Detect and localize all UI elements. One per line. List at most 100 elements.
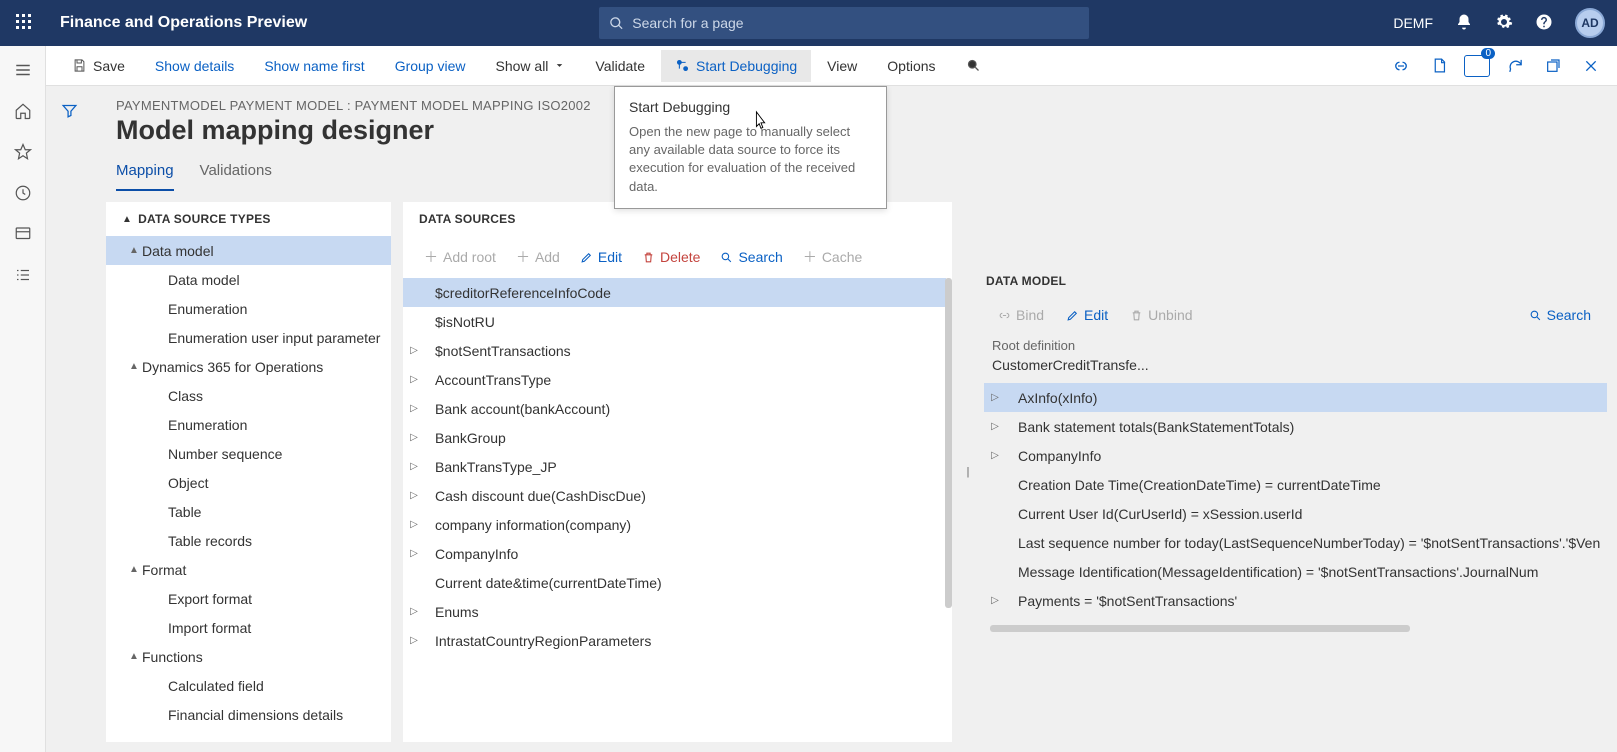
list-item[interactable]: ▷Last sequence number for today(LastSequ… — [984, 528, 1607, 557]
cache-button[interactable]: ＋Cache — [794, 242, 871, 272]
list-item[interactable]: ▷CompanyInfo — [403, 539, 946, 568]
save-button[interactable]: Save — [58, 50, 139, 82]
attachments-button[interactable]: 0 — [1463, 52, 1491, 80]
panel-datasource-types: ▲ DATA SOURCE TYPES ▲Data model▷Data mod… — [106, 202, 391, 742]
list-item[interactable]: ▷$creditorReferenceInfoCode — [403, 278, 946, 307]
bind-button[interactable]: Bind — [990, 302, 1052, 328]
list-item[interactable]: ▷$notSentTransactions — [403, 336, 946, 365]
tree-node[interactable]: ▷Table — [106, 497, 391, 526]
list-item[interactable]: ▷BankTransType_JP — [403, 452, 946, 481]
validate-button[interactable]: Validate — [581, 50, 659, 82]
close-icon[interactable] — [1577, 52, 1605, 80]
bell-icon[interactable] — [1455, 13, 1473, 34]
tree-node[interactable]: ▷Table records — [106, 526, 391, 555]
left-rail — [0, 46, 46, 752]
start-debugging-button[interactable]: Start Debugging — [661, 50, 811, 82]
waffle-icon[interactable] — [12, 14, 36, 33]
list-item[interactable]: ▷Message Identification(MessageIdentific… — [984, 557, 1607, 586]
list-item[interactable]: ▷CompanyInfo — [984, 441, 1607, 470]
show-details-button[interactable]: Show details — [141, 50, 248, 82]
gear-icon[interactable] — [1495, 13, 1513, 34]
edit-button[interactable]: Edit — [571, 244, 631, 270]
tree-node[interactable]: ▷Class — [106, 381, 391, 410]
list-item[interactable]: ▷AccountTransType — [403, 365, 946, 394]
view-button[interactable]: View — [813, 50, 871, 82]
tree-node[interactable]: ▷Enumeration — [106, 410, 391, 439]
list-item[interactable]: ▷Creation Date Time(CreationDateTime) = … — [984, 470, 1607, 499]
tree-node[interactable]: ▲Data model — [106, 236, 391, 265]
list-item[interactable]: ▷IntrastatCountryRegionParameters — [403, 626, 946, 655]
show-name-first-button[interactable]: Show name first — [250, 50, 378, 82]
tooltip: Start Debugging Open the new page to man… — [614, 86, 887, 209]
link-icon[interactable] — [1387, 52, 1415, 80]
tree-node[interactable]: ▷Financial dimensions details — [106, 700, 391, 729]
list-item[interactable]: ▷$isNotRU — [403, 307, 946, 336]
tree-node[interactable]: ▲Format — [106, 555, 391, 584]
global-header: Finance and Operations Preview Search fo… — [0, 0, 1617, 46]
tree-node[interactable]: ▷Calculated field — [106, 671, 391, 700]
help-icon[interactable] — [1535, 13, 1553, 34]
tree-node[interactable]: ▷Object — [106, 468, 391, 497]
search-button-dm[interactable]: Search — [1521, 302, 1599, 328]
datasource-types-tree[interactable]: ▲Data model▷Data model▷Enumeration▷Enume… — [106, 236, 391, 742]
refresh-icon[interactable] — [1501, 52, 1529, 80]
popout-icon[interactable] — [1539, 52, 1567, 80]
tree-node[interactable]: ▲Functions — [106, 642, 391, 671]
list-item[interactable]: ▷BankGroup — [403, 423, 946, 452]
tree-node[interactable]: ▷Export format — [106, 584, 391, 613]
workspace-icon[interactable] — [14, 225, 32, 246]
datamodel-list[interactable]: ▷AxInfo(xInfo)▷Bank statement totals(Ban… — [982, 383, 1607, 615]
list-item[interactable]: ▷Bank account(bankAccount) — [403, 394, 946, 423]
list-item[interactable]: ▷Payments = '$notSentTransactions' — [984, 586, 1607, 615]
group-view-button[interactable]: Group view — [381, 50, 480, 82]
search-button[interactable]: Search — [711, 244, 791, 270]
tooltip-title: Start Debugging — [629, 99, 872, 115]
edit-button-dm[interactable]: Edit — [1058, 302, 1116, 328]
tab-mapping[interactable]: Mapping — [116, 156, 174, 191]
search-icon[interactable] — [952, 50, 995, 81]
root-definition-label: Root definition — [982, 332, 1607, 355]
tree-node[interactable]: ▷Data model — [106, 265, 391, 294]
recent-icon[interactable] — [14, 184, 32, 205]
tree-node[interactable]: ▷Enumeration user input parameter — [106, 323, 391, 352]
panel-datamodel: DATA MODEL Bind Edit Unbind Search Root … — [982, 202, 1607, 742]
list-item[interactable]: ▷Current date&time(currentDateTime) — [403, 568, 946, 597]
star-icon[interactable] — [14, 143, 32, 164]
datasources-list[interactable]: ▷$creditorReferenceInfoCode▷$isNotRU▷$no… — [403, 278, 952, 742]
document-icon[interactable] — [1425, 52, 1453, 80]
company-code[interactable]: DEMF — [1393, 15, 1433, 31]
list-item[interactable]: ▷Current User Id(CurUserId) = xSession.u… — [984, 499, 1607, 528]
list-item[interactable]: ▷Cash discount due(CashDiscDue) — [403, 481, 946, 510]
unbind-button[interactable]: Unbind — [1122, 302, 1200, 328]
home-icon[interactable] — [14, 102, 32, 123]
app-title: Finance and Operations Preview — [60, 14, 307, 32]
delete-button[interactable]: Delete — [633, 244, 709, 270]
list-item[interactable]: ▷AxInfo(xInfo) — [984, 383, 1607, 412]
tree-node[interactable]: ▷Import format — [106, 613, 391, 642]
filter-icon[interactable] — [61, 102, 78, 752]
tree-node[interactable]: ▲Dynamics 365 for Operations — [106, 352, 391, 381]
list-item[interactable]: ▷Bank statement totals(BankStatementTota… — [984, 412, 1607, 441]
scrollbar[interactable] — [945, 278, 952, 608]
root-definition-value[interactable]: CustomerCreditTransfe... — [982, 355, 1607, 383]
add-button[interactable]: ＋Add — [507, 242, 569, 272]
list-item[interactable]: ▷company information(company) — [403, 510, 946, 539]
splitter[interactable] — [964, 202, 970, 742]
tree-node[interactable]: ▷Number sequence — [106, 439, 391, 468]
scrollbar-horizontal[interactable] — [990, 625, 1410, 632]
search-input[interactable]: Search for a page — [599, 7, 1089, 39]
filter-bar — [46, 86, 92, 752]
tree-node[interactable]: ▷Enumeration — [106, 294, 391, 323]
panel-datasources: DATA SOURCES ＋Add root ＋Add Edit Delete … — [403, 202, 952, 742]
search-placeholder: Search for a page — [632, 15, 743, 31]
avatar[interactable]: AD — [1575, 8, 1605, 38]
add-root-button[interactable]: ＋Add root — [415, 242, 505, 272]
tab-validations[interactable]: Validations — [200, 156, 272, 191]
hamburger-icon[interactable] — [14, 61, 32, 82]
options-button[interactable]: Options — [873, 50, 949, 82]
show-all-dropdown[interactable]: Show all — [482, 50, 580, 82]
action-toolbar: Save Show details Show name first Group … — [46, 46, 1617, 86]
list-item[interactable]: ▷Enums — [403, 597, 946, 626]
modules-icon[interactable] — [14, 266, 32, 287]
collapse-icon[interactable]: ▲ — [122, 214, 132, 225]
